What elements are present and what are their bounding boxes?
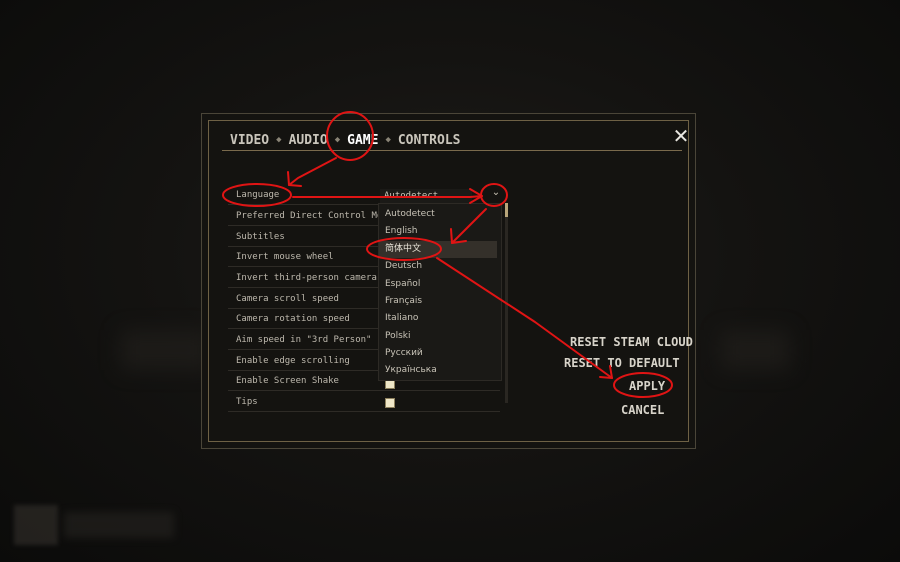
apply-button[interactable]: APPLY: [629, 379, 665, 393]
language-dropdown-value[interactable]: Autodetect: [380, 189, 472, 203]
close-icon[interactable]: ✕: [671, 126, 691, 146]
reset-steam-cloud-button[interactable]: RESET STEAM CLOUD: [570, 335, 693, 349]
setting-label: Camera rotation speed: [236, 314, 350, 324]
language-option-espanol[interactable]: Español: [379, 276, 497, 293]
tips-checkbox[interactable]: [385, 398, 395, 408]
tab-video[interactable]: VIDEO: [230, 133, 269, 148]
tab-game[interactable]: GAME: [347, 133, 378, 148]
language-option-russian[interactable]: Русский: [379, 345, 497, 362]
language-option-simplified-chinese[interactable]: 简体中文: [379, 241, 497, 258]
chevron-down-icon[interactable]: ⌄: [489, 186, 503, 200]
reset-to-default-button[interactable]: RESET TO DEFAULT: [564, 356, 680, 370]
tab-audio[interactable]: AUDIO: [289, 133, 328, 148]
setting-label: Camera scroll speed: [236, 294, 339, 304]
setting-label: Tips: [236, 397, 258, 407]
setting-label: Aim speed in "3rd Person": [236, 335, 372, 345]
background-avatar: [14, 505, 58, 545]
options-dialog: VIDEO ◆ AUDIO ◆ GAME ◆ CONTROLS ✕ Langua…: [201, 113, 696, 449]
scroll-thumb[interactable]: [505, 203, 508, 217]
setting-label: Invert mouse wheel: [236, 252, 334, 262]
language-option-ukrainian[interactable]: Українська: [379, 362, 497, 379]
tab-bar: VIDEO ◆ AUDIO ◆ GAME ◆ CONTROLS: [230, 130, 460, 150]
language-dropdown-list: Autodetect English 简体中文 Deutsch Español …: [378, 203, 502, 381]
language-option-italiano[interactable]: Italiano: [379, 310, 497, 327]
tab-separator-icon: ◆: [385, 135, 391, 145]
background-blur-right: [720, 330, 790, 370]
background-blur-left: [120, 330, 210, 370]
language-option-autodetect[interactable]: Autodetect: [379, 206, 497, 223]
tab-divider: [222, 150, 682, 151]
language-option-francais[interactable]: Français: [379, 293, 497, 310]
setting-label: Subtitles: [236, 232, 285, 242]
language-option-english[interactable]: English: [379, 223, 497, 240]
dropdown-scrollbar[interactable]: [505, 203, 508, 403]
language-option-polski[interactable]: Polski: [379, 328, 497, 345]
setting-label: Language: [236, 190, 280, 200]
setting-label: Invert third-person camera: [236, 273, 377, 283]
background-text-blur: [64, 512, 174, 538]
setting-label: Enable Screen Shake: [236, 376, 339, 386]
setting-row-tips[interactable]: Tips: [228, 392, 500, 412]
tab-controls[interactable]: CONTROLS: [398, 133, 461, 148]
language-option-deutsch[interactable]: Deutsch: [379, 258, 497, 275]
tab-separator-icon: ◆: [276, 135, 282, 145]
tab-separator-icon: ◆: [334, 135, 341, 145]
setting-label: Preferred Direct Control Mode: [236, 211, 394, 221]
cancel-button[interactable]: CANCEL: [621, 403, 664, 417]
setting-label: Enable edge scrolling: [236, 356, 350, 366]
